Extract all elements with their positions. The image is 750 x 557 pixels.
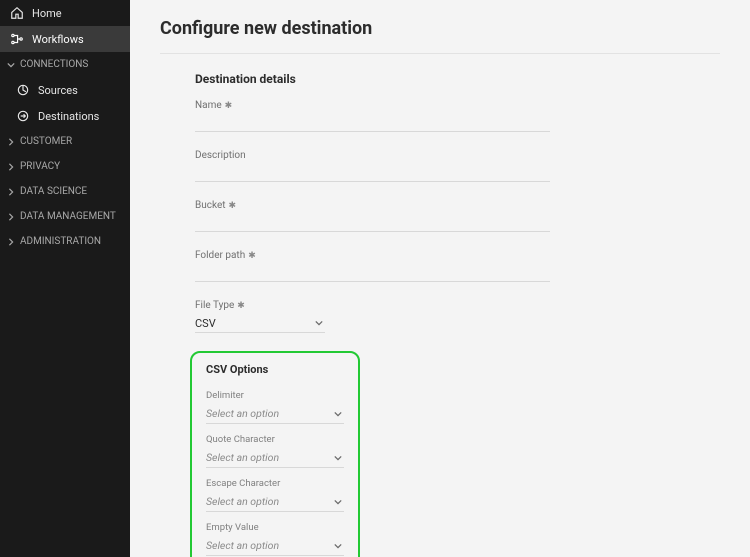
chevron-down-icon <box>334 454 342 462</box>
sidebar-section-privacy[interactable]: PRIVACY <box>0 154 130 179</box>
required-icon: ✱ <box>248 251 256 261</box>
field-label: Delimiter <box>206 390 344 401</box>
sidebar-item-sources[interactable]: Sources <box>6 77 130 103</box>
chevron-right-icon <box>6 187 16 197</box>
sidebar-section-data-science[interactable]: DATA SCIENCE <box>0 179 130 204</box>
required-icon: ✱ <box>237 301 245 311</box>
select-placeholder: Select an option <box>206 451 279 464</box>
sidebar-section-label: CUSTOMER <box>20 136 72 147</box>
sources-icon <box>16 83 30 97</box>
field-bucket: Bucket ✱ <box>195 200 550 232</box>
select-placeholder: Select an option <box>206 495 279 508</box>
field-label: Empty Value <box>206 522 344 533</box>
empty-value-select[interactable]: Select an option <box>206 536 344 556</box>
chevron-down-icon <box>315 319 323 327</box>
chevron-right-icon <box>6 212 16 222</box>
field-label: Quote Character <box>206 434 344 445</box>
field-folder-path: Folder path ✱ <box>195 250 550 282</box>
description-input[interactable] <box>195 164 550 182</box>
chevron-right-icon <box>6 162 16 172</box>
field-file-type: File Type ✱ CSV <box>195 300 550 333</box>
sidebar-section-label: DATA MANAGEMENT <box>20 211 116 222</box>
name-input[interactable] <box>195 114 550 132</box>
chevron-right-icon <box>6 137 16 147</box>
sidebar-section-label: CONNECTIONS <box>20 59 88 70</box>
field-label: Folder path ✱ <box>195 250 550 261</box>
sidebar-section-label: ADMINISTRATION <box>20 236 101 247</box>
file-type-select[interactable]: CSV <box>195 314 325 333</box>
escape-character-select[interactable]: Select an option <box>206 492 344 512</box>
select-placeholder: Select an option <box>206 407 279 420</box>
sidebar-section-connections[interactable]: CONNECTIONS <box>0 52 130 77</box>
chevron-down-icon <box>334 542 342 550</box>
divider <box>160 53 720 54</box>
csv-options-title: CSV Options <box>206 363 344 376</box>
csv-options-box: CSV Options Delimiter Select an option Q… <box>190 351 360 557</box>
select-placeholder: Select an option <box>206 539 279 552</box>
required-icon: ✱ <box>229 201 237 211</box>
sidebar-section-data-management[interactable]: DATA MANAGEMENT <box>0 204 130 229</box>
field-label: File Type ✱ <box>195 300 550 311</box>
required-icon: ✱ <box>225 101 233 111</box>
destinations-icon <box>16 109 30 123</box>
chevron-down-icon <box>334 410 342 418</box>
field-label: Bucket ✱ <box>195 200 550 211</box>
sidebar: Home Workflows CONNECTIONS Sources Desti… <box>0 0 130 557</box>
page-title: Configure new destination <box>160 18 720 39</box>
field-description: Description <box>195 150 550 182</box>
field-name: Name ✱ <box>195 100 550 132</box>
chevron-down-icon <box>334 498 342 506</box>
csv-field-delimiter: Delimiter Select an option <box>206 390 344 424</box>
sidebar-sub-connections: Sources Destinations <box>0 77 130 129</box>
folder-path-input[interactable] <box>195 264 550 282</box>
field-label: Escape Character <box>206 478 344 489</box>
csv-field-quote-character: Quote Character Select an option <box>206 434 344 468</box>
destination-form: Name ✱ Description Bucket ✱ Folder path … <box>160 100 550 333</box>
sidebar-section-customer[interactable]: CUSTOMER <box>0 129 130 154</box>
workflow-icon <box>10 32 24 46</box>
csv-field-escape-character: Escape Character Select an option <box>206 478 344 512</box>
sidebar-item-home[interactable]: Home <box>0 0 130 26</box>
sidebar-section-label: PRIVACY <box>20 161 60 172</box>
sidebar-item-label: Destinations <box>38 110 99 123</box>
bucket-input[interactable] <box>195 214 550 232</box>
quote-character-select[interactable]: Select an option <box>206 448 344 468</box>
section-title: Destination details <box>160 72 720 86</box>
sidebar-item-label: Workflows <box>32 33 84 46</box>
chevron-right-icon <box>6 237 16 247</box>
sidebar-item-workflows[interactable]: Workflows <box>0 26 130 52</box>
sidebar-item-label: Sources <box>38 84 78 97</box>
field-label: Description <box>195 150 550 161</box>
sidebar-section-label: DATA SCIENCE <box>20 186 87 197</box>
sidebar-item-label: Home <box>32 7 62 20</box>
home-icon <box>10 6 24 20</box>
csv-field-empty-value: Empty Value Select an option <box>206 522 344 556</box>
delimiter-select[interactable]: Select an option <box>206 404 344 424</box>
chevron-down-icon <box>6 60 16 70</box>
sidebar-section-administration[interactable]: ADMINISTRATION <box>0 229 130 254</box>
field-label: Name ✱ <box>195 100 550 111</box>
main-content: Configure new destination Destination de… <box>130 0 750 557</box>
sidebar-item-destinations[interactable]: Destinations <box>6 103 130 129</box>
select-value: CSV <box>195 317 216 330</box>
